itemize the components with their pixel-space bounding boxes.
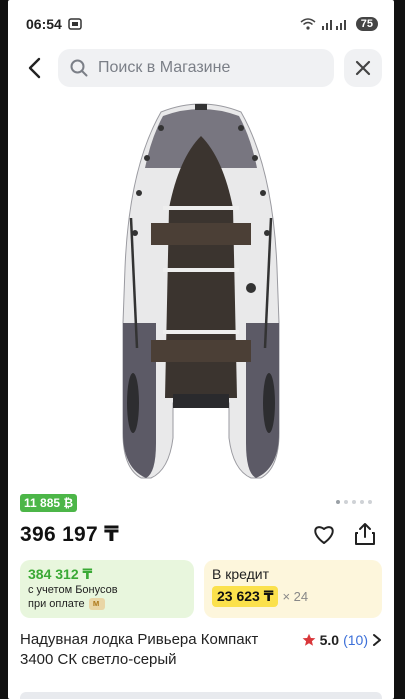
search-placeholder: Поиск в Магазине xyxy=(98,59,231,76)
wifi-icon xyxy=(300,18,316,30)
gallery-dot[interactable] xyxy=(344,500,348,504)
bonus-coin-icon xyxy=(88,596,105,611)
star-icon xyxy=(302,633,316,646)
battery-indicator: 75 xyxy=(355,17,378,31)
status-time: 06:54 xyxy=(26,16,62,32)
search-row: Поиск в Магазине xyxy=(8,48,394,88)
close-button[interactable] xyxy=(344,49,382,87)
rating-count: (10) xyxy=(343,632,368,648)
app-screen: 06:54 75 Поиск в Магазине 11 885 ₿ 396 1… xyxy=(8,0,394,699)
signal-icon xyxy=(321,20,346,30)
gallery-dot[interactable] xyxy=(336,500,340,504)
product-info-row: Надувная лодка Ривьера Компакт 3400 СК с… xyxy=(8,630,394,670)
gallery-dot[interactable] xyxy=(368,500,372,504)
bonus-price-card[interactable]: 384 312 ₸ с учетом Бонусов при оплате xyxy=(20,560,194,618)
gallery-dot[interactable] xyxy=(360,500,364,504)
close-icon xyxy=(355,60,371,76)
chevron-right-icon xyxy=(373,634,381,646)
credit-monthly: 23 623 ₸ xyxy=(212,586,279,607)
screen-record-icon xyxy=(68,18,82,30)
bonus-line-2: при оплате xyxy=(28,598,85,610)
chevron-left-icon xyxy=(28,57,41,79)
search-icon xyxy=(70,59,88,77)
next-section-edge xyxy=(20,692,382,699)
product-image[interactable] xyxy=(8,98,394,488)
credit-card[interactable]: В кредит 23 623 ₸ × 24 xyxy=(204,560,382,618)
gallery-dots[interactable] xyxy=(336,500,372,504)
inflatable-boat-image xyxy=(122,103,280,479)
share-icon[interactable] xyxy=(354,522,376,546)
back-button[interactable] xyxy=(20,50,48,86)
price-options: 384 312 ₸ с учетом Бонусов при оплате В … xyxy=(8,560,394,618)
credit-months: × 24 xyxy=(282,589,309,604)
rating-value: 5.0 xyxy=(319,632,340,648)
rating-link[interactable]: 5.0 (10) xyxy=(302,630,382,650)
favorite-heart-icon[interactable] xyxy=(312,523,336,545)
bonus-line-1: с учетом Бонусов xyxy=(28,584,118,596)
status-bar: 06:54 75 xyxy=(8,0,394,48)
price-row: 396 197 ₸ xyxy=(8,516,394,552)
bonus-price: 384 312 ₸ xyxy=(28,566,93,582)
gallery-meta: 11 885 ₿ xyxy=(8,490,394,514)
product-title: Надувная лодка Ривьера Компакт 3400 СК с… xyxy=(20,631,259,668)
search-input[interactable]: Поиск в Магазине xyxy=(58,49,334,87)
product-price: 396 197 ₸ xyxy=(20,522,120,546)
credit-title: В кредит xyxy=(212,566,270,582)
gallery-dot[interactable] xyxy=(352,500,356,504)
bonus-badge: 11 885 ₿ xyxy=(20,494,78,512)
